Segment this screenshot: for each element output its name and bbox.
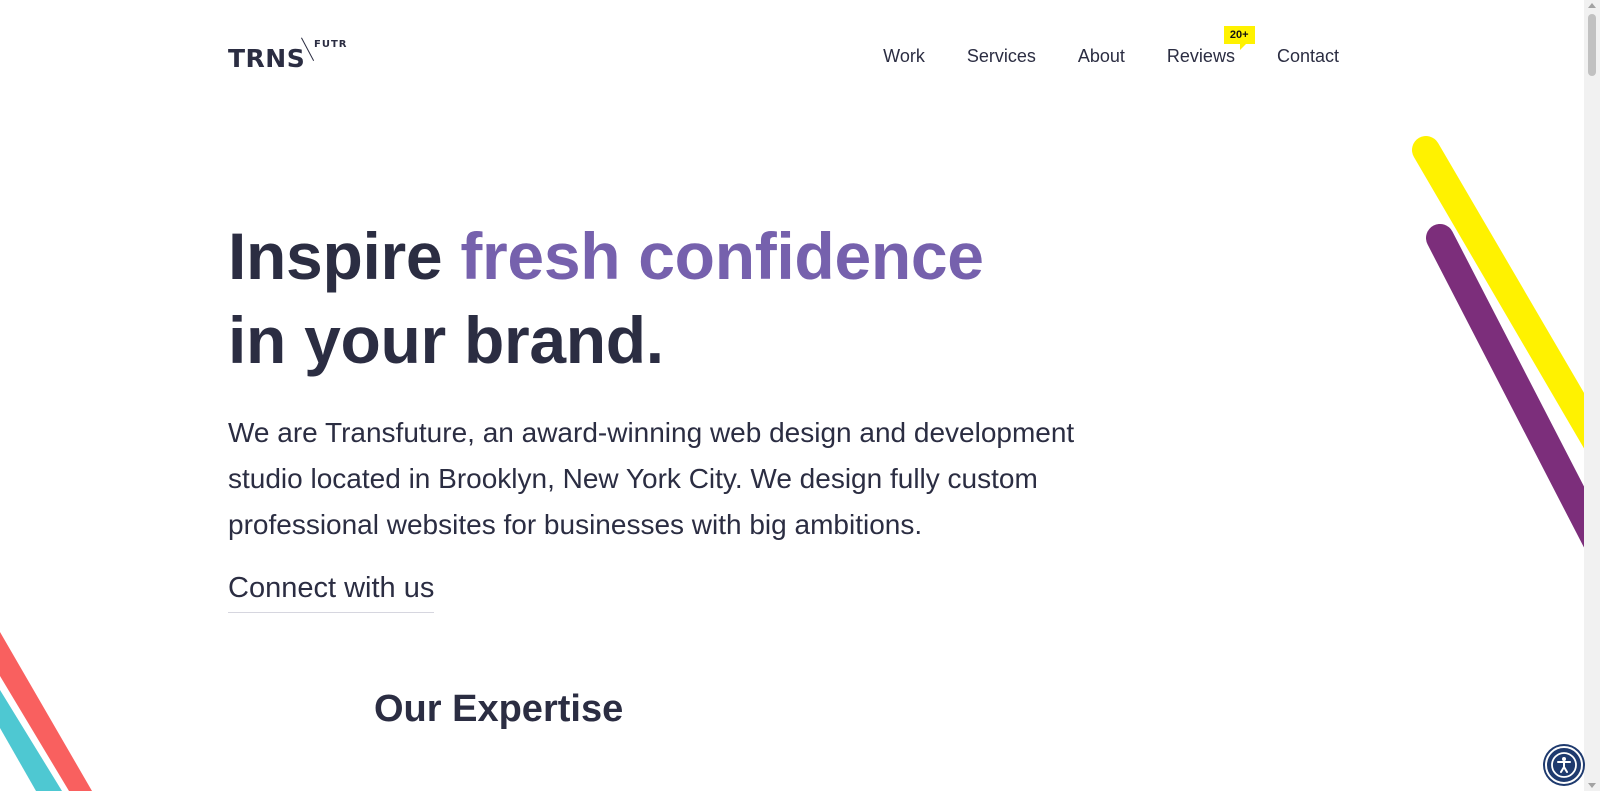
- hero-intro: We are Transfuture, an award-winning web…: [228, 417, 1075, 540]
- nav-services-label: Services: [966, 46, 1036, 66]
- nav-reviews[interactable]: Reviews 20+: [1166, 26, 1255, 68]
- nav-work-label: Work: [883, 46, 925, 66]
- headline-accent: fresh confidence: [460, 219, 984, 293]
- scroll-up-arrow-icon[interactable]: [1588, 3, 1596, 8]
- nav-services[interactable]: Services: [967, 44, 1036, 68]
- nav-about-label: About: [1077, 46, 1125, 66]
- nav-reviews-label: Reviews: [1166, 46, 1235, 66]
- decorative-stripes: [0, 136, 1584, 791]
- nav-contact-label: Contact: [1276, 46, 1339, 66]
- left-stripes: [0, 632, 92, 791]
- headline-start: Inspire: [228, 219, 461, 293]
- accessibility-icon: [1551, 752, 1577, 778]
- scroll-down-arrow-icon[interactable]: [1588, 783, 1596, 788]
- headline-end: in your brand.: [228, 303, 664, 377]
- nav-about[interactable]: About: [1078, 44, 1125, 68]
- yellow-stripe: [1412, 136, 1584, 449]
- nav-contact[interactable]: Contact: [1277, 44, 1339, 68]
- logo-subtitle: FUTR: [314, 39, 348, 50]
- connect-with-us-link[interactable]: Connect with us: [228, 570, 435, 613]
- hero-headline: Inspire fresh confidence in your brand.: [228, 214, 1128, 382]
- nav-work[interactable]: Work: [883, 44, 925, 68]
- right-stripes: [1412, 136, 1584, 548]
- reviews-count-badge: 20+: [1223, 26, 1255, 50]
- expertise-title: Our Expertise: [374, 688, 624, 730]
- scrollbar-thumb[interactable]: [1588, 14, 1596, 76]
- page-scrollbar[interactable]: [1584, 0, 1600, 791]
- accessibility-button[interactable]: [1545, 746, 1583, 784]
- page: TRNS FUTR Work Services About Reviews 20…: [0, 0, 1584, 791]
- logo-wordmark: TRNS: [228, 44, 306, 73]
- main-navigation: Work Services About Reviews 20+ Contact: [883, 26, 1339, 68]
